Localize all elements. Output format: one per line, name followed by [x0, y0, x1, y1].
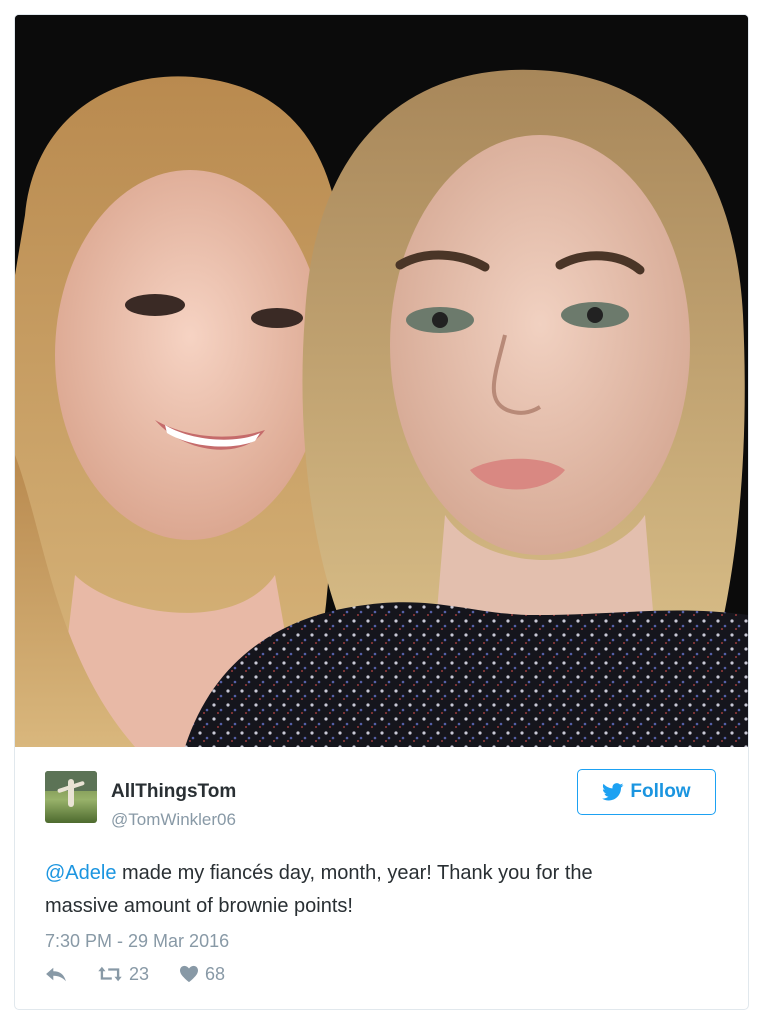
heart-icon	[180, 965, 199, 983]
selfie-photo	[15, 15, 748, 747]
tweet-actions: 23 68	[45, 961, 225, 987]
like-action[interactable]: 68	[179, 964, 225, 985]
display-name[interactable]: AllThingsTom	[111, 781, 236, 803]
follow-label: Follow	[630, 781, 691, 802]
tweet-text-line2: massive amount of brownie points!	[45, 895, 353, 917]
reply-action[interactable]	[45, 965, 67, 983]
avatar[interactable]	[45, 771, 97, 823]
tweet-header: AllThingsTom @TomWinkler06 Follow	[15, 769, 748, 831]
reply-icon	[46, 967, 66, 982]
like-count: 68	[205, 963, 226, 984]
tweet-text: @Adele made my fiancés day, month, year!…	[45, 857, 725, 923]
retweet-action[interactable]: 23	[97, 964, 149, 985]
mention-link[interactable]: @Adele	[45, 862, 116, 884]
tweet-text-line1: made my fiancés day, month, year! Thank …	[116, 862, 593, 884]
follow-button[interactable]: Follow	[577, 769, 716, 815]
tweet-photo[interactable]	[15, 15, 748, 747]
user-handle[interactable]: @TomWinkler06	[111, 810, 236, 830]
twitter-bird-icon	[602, 783, 624, 801]
retweet-count: 23	[129, 963, 150, 984]
tweet-card: AllThingsTom @TomWinkler06 Follow @Adele…	[14, 14, 749, 1010]
retweet-icon	[98, 966, 122, 982]
tweet-timestamp[interactable]: 7:30 PM - 29 Mar 2016	[45, 931, 229, 952]
